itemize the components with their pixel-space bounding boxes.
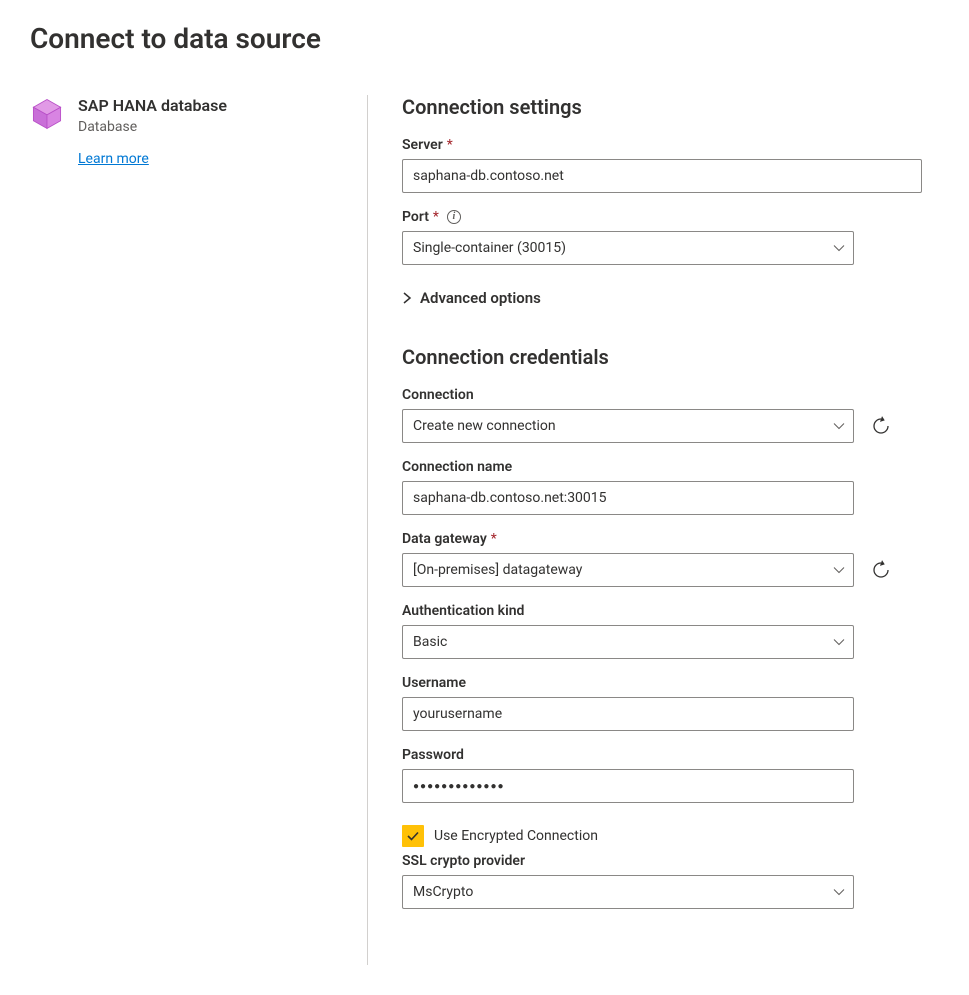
connection-value: Create new connection — [413, 418, 556, 434]
chevron-down-icon — [833, 886, 845, 898]
port-label-text: Port — [402, 209, 429, 225]
use-encrypted-checkbox[interactable] — [402, 825, 424, 847]
refresh-gateway-button[interactable] — [866, 555, 896, 585]
username-value: yourusername — [413, 706, 502, 722]
advanced-options-toggle[interactable]: Advanced options — [402, 289, 938, 307]
password-value: ●●●●●●●●●●●●● — [413, 781, 505, 792]
ssl-provider-value: MsCrypto — [413, 884, 473, 900]
data-gateway-label: Data gateway * — [402, 531, 938, 547]
username-label: Username — [402, 675, 938, 691]
section-connection-credentials: Connection credentials — [402, 345, 938, 369]
server-value: saphana-db.contoso.net — [413, 168, 564, 184]
refresh-connection-button[interactable] — [866, 411, 896, 441]
connection-name-input[interactable]: saphana-db.contoso.net:30015 — [402, 481, 854, 515]
connection-select[interactable]: Create new connection — [402, 409, 854, 443]
required-marker: * — [447, 137, 453, 153]
advanced-options-label: Advanced options — [420, 289, 541, 307]
auth-kind-label: Authentication kind — [402, 603, 938, 619]
required-marker: * — [491, 531, 497, 547]
ssl-provider-label: SSL crypto provider — [402, 853, 938, 869]
datasource-title: SAP HANA database — [78, 95, 227, 117]
data-gateway-select[interactable]: [On-premises] datagateway — [402, 553, 854, 587]
datasource-subtitle: Database — [78, 117, 227, 137]
info-icon[interactable]: i — [447, 210, 461, 224]
server-label-text: Server — [402, 137, 443, 153]
auth-kind-value: Basic — [413, 634, 447, 650]
chevron-down-icon — [833, 242, 845, 254]
auth-kind-select[interactable]: Basic — [402, 625, 854, 659]
ssl-provider-select[interactable]: MsCrypto — [402, 875, 854, 909]
chevron-down-icon — [833, 420, 845, 432]
use-encrypted-label: Use Encrypted Connection — [434, 828, 598, 844]
port-label: Port * i — [402, 209, 938, 225]
required-marker: * — [433, 209, 439, 225]
password-input[interactable]: ●●●●●●●●●●●●● — [402, 769, 854, 803]
connection-label: Connection — [402, 387, 938, 403]
connection-name-label: Connection name — [402, 459, 938, 475]
port-select[interactable]: Single-container (30015) — [402, 231, 854, 265]
server-label: Server * — [402, 137, 938, 153]
server-input[interactable]: saphana-db.contoso.net — [402, 159, 922, 193]
learn-more-link[interactable]: Learn more — [78, 151, 227, 167]
data-gateway-value: [On-premises] datagateway — [413, 562, 582, 578]
datasource-sidebar: SAP HANA database Database Learn more — [30, 95, 368, 965]
connection-name-value: saphana-db.contoso.net:30015 — [413, 490, 607, 506]
port-value: Single-container (30015) — [413, 240, 566, 256]
data-gateway-label-text: Data gateway — [402, 531, 487, 547]
database-cube-icon — [30, 97, 64, 131]
chevron-down-icon — [833, 636, 845, 648]
username-input[interactable]: yourusername — [402, 697, 854, 731]
page-title: Connect to data source — [30, 22, 939, 55]
chevron-down-icon — [833, 564, 845, 576]
chevron-right-icon — [402, 291, 412, 305]
section-connection-settings: Connection settings — [402, 95, 938, 119]
password-label: Password — [402, 747, 938, 763]
